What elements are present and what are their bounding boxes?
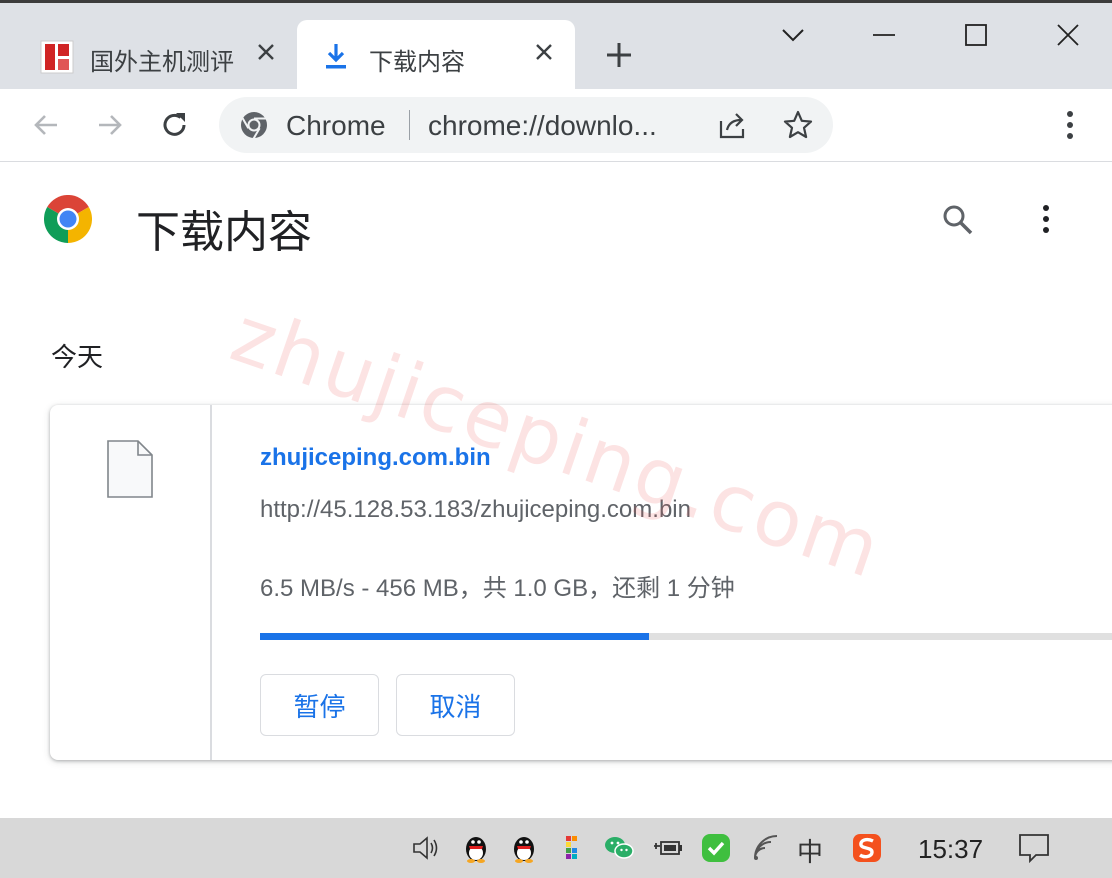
download-status-text: 6.5 MB/s - 456 MB，共 1.0 GB，还剩 1 分钟 — [260, 575, 735, 602]
chrome-site-icon — [241, 112, 267, 140]
qq-penguin-icon[interactable] — [460, 832, 492, 864]
site-name: Chrome — [286, 110, 386, 141]
ime-indicator[interactable]: 中 — [797, 832, 823, 869]
security-check-icon[interactable] — [700, 832, 732, 864]
download-progress-bar — [260, 633, 1112, 640]
chrome-logo-icon — [44, 195, 92, 243]
card-divider — [210, 405, 212, 760]
page-menu-icon[interactable] — [1034, 203, 1058, 235]
download-icon — [326, 44, 346, 69]
file-icon — [107, 440, 153, 498]
new-tab-plus-icon[interactable] — [605, 41, 633, 69]
tab-title: 下载内容 — [369, 49, 465, 76]
site-favicon-icon — [40, 40, 74, 74]
battery-plug-icon[interactable] — [652, 832, 684, 864]
date-section-label: 今天 — [51, 342, 104, 372]
wechat-icon[interactable] — [603, 832, 635, 864]
download-progress-fill — [260, 633, 649, 640]
taskbar-clock[interactable]: 15:37 — [918, 834, 983, 865]
search-icon[interactable] — [941, 203, 975, 237]
maximize-icon[interactable] — [961, 20, 991, 50]
address-bar[interactable]: Chrome chrome://downlo... — [219, 97, 833, 153]
forward-arrow-icon[interactable] — [93, 108, 127, 142]
window-close-icon[interactable] — [1053, 20, 1083, 50]
tab-zhujiceping[interactable]: 国外主机测评 — [22, 20, 294, 89]
tab-downloads[interactable]: 下载内容 — [297, 20, 575, 89]
tab-title: 国外主机测评 — [90, 49, 234, 76]
close-icon[interactable] — [254, 40, 278, 64]
tab-search-chevron-down-icon[interactable] — [778, 20, 808, 50]
omnibox-divider — [409, 110, 410, 140]
page-title: 下载内容 — [136, 208, 312, 257]
minimize-icon[interactable] — [869, 20, 899, 50]
volume-icon[interactable] — [410, 832, 442, 864]
sogou-input-icon[interactable] — [851, 832, 883, 864]
notification-icon[interactable] — [1018, 832, 1050, 864]
bookmark-star-icon[interactable] — [782, 109, 814, 141]
pause-button[interactable]: 暂停 — [260, 674, 379, 736]
close-icon[interactable] — [532, 40, 556, 64]
cancel-button[interactable]: 取消 — [396, 674, 515, 736]
share-icon[interactable] — [717, 109, 749, 141]
url-text[interactable]: chrome://downlo... — [428, 110, 657, 142]
back-arrow-icon[interactable] — [29, 108, 63, 142]
browser-menu-icon[interactable] — [1058, 109, 1082, 141]
wifi-icon[interactable] — [751, 832, 783, 864]
reload-icon[interactable] — [158, 108, 192, 142]
qq-penguin-icon[interactable] — [508, 832, 540, 864]
colorful-app-icon[interactable] — [556, 832, 588, 864]
